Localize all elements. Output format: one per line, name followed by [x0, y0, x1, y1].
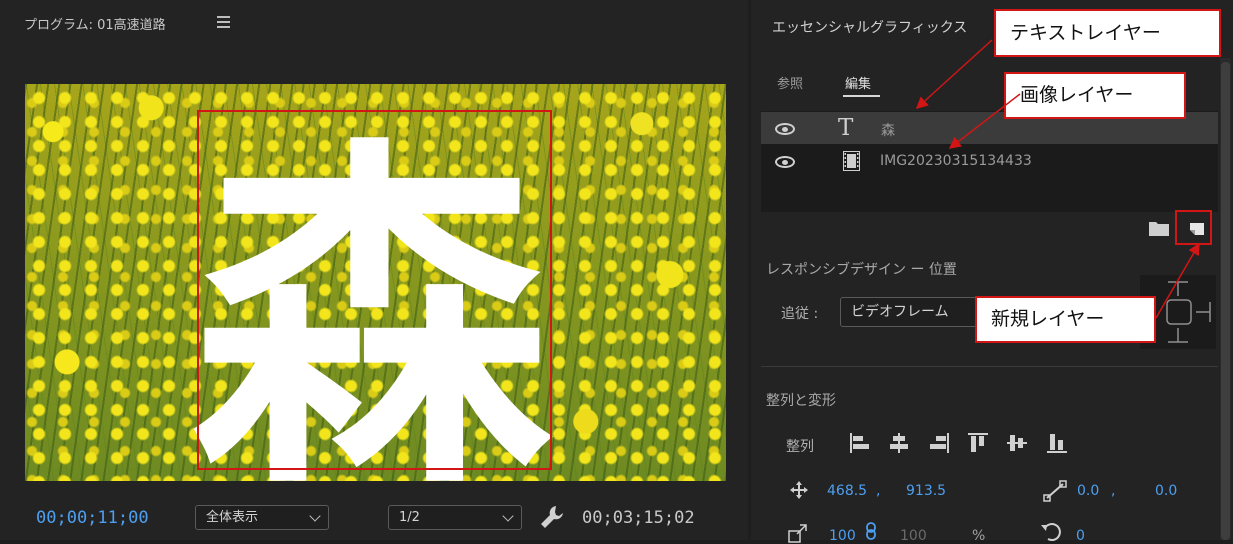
value-separator: ,: [876, 483, 881, 499]
position-x-value[interactable]: 468.5: [827, 483, 867, 499]
align-horizontal-center-icon[interactable]: [887, 431, 911, 455]
align-label: 整列: [786, 439, 814, 455]
tab-edit[interactable]: 編集: [845, 73, 871, 92]
align-transform-title: 整列と変形: [766, 393, 836, 409]
rotate-icon: [1041, 523, 1061, 541]
pin-to-label: 追従 :: [781, 306, 819, 322]
playhead-timecode[interactable]: 00;00;11;00: [36, 508, 149, 528]
position-move-icon: [790, 481, 808, 499]
position-y-value[interactable]: 913.5: [906, 483, 946, 499]
playback-resolution-dropdown[interactable]: 1/2: [388, 505, 522, 530]
anchor-y-value[interactable]: 0.0: [1155, 483, 1177, 499]
link-icon[interactable]: [865, 522, 877, 540]
callout-text-layer: テキストレイヤー: [994, 9, 1221, 57]
chevron-down-icon: [309, 510, 321, 522]
text-layer-icon: T: [838, 115, 854, 141]
video-preview[interactable]: 森: [25, 84, 726, 481]
pin-to-dropdown[interactable]: ビデオフレーム: [840, 297, 986, 327]
panel-menu-icon[interactable]: [217, 16, 230, 28]
layer-name[interactable]: IMG20230315134433: [880, 153, 1032, 169]
eye-icon[interactable]: [775, 123, 795, 135]
value-separator: ,: [1111, 483, 1116, 499]
callout-new-layer: 新規レイヤー: [975, 296, 1156, 343]
film-icon: [843, 151, 860, 171]
active-tab-indicator: [843, 95, 880, 97]
text-bounding-box: [197, 110, 552, 470]
wrench-icon[interactable]: [539, 504, 565, 530]
scale-value[interactable]: 100: [829, 528, 856, 544]
responsive-design-title: レスポンシブデザイン ー 位置: [766, 262, 957, 278]
essential-graphics-title[interactable]: エッセンシャルグラフィックス: [772, 17, 967, 37]
program-monitor-title[interactable]: プログラム: 01高速道路: [24, 14, 166, 33]
section-divider: [761, 366, 1218, 367]
percent-sign: %: [972, 528, 986, 544]
scrollbar-thumb[interactable]: [1221, 62, 1230, 540]
align-right-icon[interactable]: [927, 431, 951, 455]
resolution-value: 1/2: [399, 510, 420, 525]
new-layer-highlight-box: [1175, 210, 1212, 245]
anchor-point-icon: [1043, 480, 1067, 502]
align-top-icon[interactable]: [966, 431, 990, 455]
chevron-down-icon: [502, 510, 514, 522]
align-left-icon[interactable]: [848, 431, 872, 455]
folder-icon[interactable]: [1149, 221, 1169, 236]
scale-icon: [788, 524, 807, 543]
zoom-fit-value: 全体表示: [206, 510, 259, 525]
zoom-fit-dropdown[interactable]: 全体表示: [195, 505, 329, 530]
scale-width-value[interactable]: 100: [900, 528, 927, 544]
eye-icon[interactable]: [775, 156, 795, 168]
rotation-value[interactable]: 0: [1076, 528, 1085, 544]
anchor-x-value[interactable]: 0.0: [1077, 483, 1099, 499]
sequence-duration: 00;03;15;02: [582, 508, 695, 528]
align-bottom-icon[interactable]: [1045, 431, 1069, 455]
layer-name[interactable]: 森: [881, 120, 895, 140]
tab-browse[interactable]: 参照: [777, 73, 803, 92]
pin-to-value: ビデオフレーム: [851, 304, 949, 320]
align-vertical-center-icon[interactable]: [1005, 431, 1029, 455]
callout-image-layer: 画像レイヤー: [1004, 72, 1186, 119]
